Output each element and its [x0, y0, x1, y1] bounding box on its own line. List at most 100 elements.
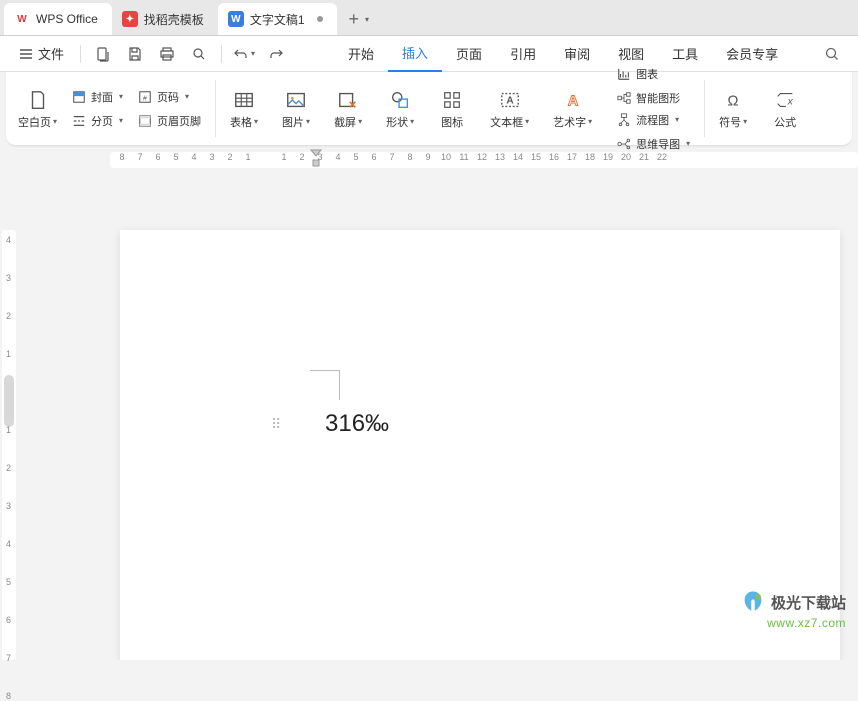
smart-art-icon — [616, 90, 632, 106]
header-footer-icon — [137, 113, 153, 129]
ruler-number: 1 — [281, 152, 286, 162]
tab-label: 文字文稿1 — [250, 11, 305, 28]
ruler-number: 15 — [531, 152, 541, 162]
ruler-number: 10 — [441, 152, 451, 162]
ruler-number: 14 — [513, 152, 523, 162]
menu-icon — [18, 46, 34, 62]
ruler-number: 7 — [6, 653, 11, 663]
ruler-number: 4 — [6, 235, 11, 245]
page-number-button[interactable]: # 页码▾ — [131, 86, 207, 108]
shapes-button[interactable]: 形状▾ — [380, 86, 420, 132]
ruler-number: 21 — [639, 152, 649, 162]
margin-corner-icon — [310, 370, 340, 400]
table-icon — [232, 88, 256, 112]
text-box-button[interactable]: A 文本框▾ — [484, 86, 535, 132]
ruler-number: 3 — [6, 273, 11, 283]
ruler-number: 2 — [227, 152, 232, 162]
tab-page[interactable]: 页面 — [442, 36, 496, 72]
tab-label: WPS Office — [36, 12, 98, 26]
document-text[interactable]: 316‰ — [325, 410, 389, 438]
svg-text:A: A — [506, 95, 514, 106]
svg-text:x: x — [787, 96, 794, 107]
new-button[interactable] — [89, 40, 117, 68]
ruler-number: 4 — [6, 539, 11, 549]
drag-handle-icon[interactable]: ⠿ — [271, 416, 282, 433]
svg-text:Ω: Ω — [728, 93, 739, 109]
screenshot-button[interactable]: 截屏▾ — [328, 86, 368, 132]
print-preview-button[interactable] — [185, 40, 213, 68]
tab-templates[interactable]: ✦ 找稻壳模板 — [112, 3, 218, 35]
smart-art-button[interactable]: 智能图形 — [610, 87, 696, 109]
ruler-number: 2 — [6, 463, 11, 473]
docer-logo-icon: ✦ — [122, 11, 138, 27]
tab-review[interactable]: 审阅 — [550, 36, 604, 72]
tab-member[interactable]: 会员专享 — [712, 36, 792, 72]
separator — [704, 80, 705, 137]
undo-button[interactable]: ▾ — [230, 40, 258, 68]
save-button[interactable] — [121, 40, 149, 68]
chart-button[interactable]: 图表 — [610, 63, 696, 85]
file-menu-button[interactable]: 文件 — [10, 40, 72, 67]
wps-logo-icon: W — [14, 11, 30, 27]
ruler-number: 17 — [567, 152, 577, 162]
symbol-icon: Ω — [721, 88, 745, 112]
word-art-button[interactable]: A 艺术字▾ — [547, 86, 598, 132]
redo-button[interactable] — [262, 40, 290, 68]
document-page[interactable]: ⠿ 316‰ — [120, 230, 840, 660]
page-break-icon — [71, 113, 87, 129]
flowchart-icon — [616, 112, 632, 128]
ruler-number: 12 — [477, 152, 487, 162]
icons-button[interactable]: 图标 — [432, 86, 472, 132]
tab-references[interactable]: 引用 — [496, 36, 550, 72]
watermark-logo-icon — [739, 588, 767, 616]
ruler-slider[interactable] — [4, 375, 14, 427]
ruler-number: 6 — [371, 152, 376, 162]
tab-add-button[interactable]: + ▾ — [337, 3, 382, 35]
ruler-number: 7 — [137, 152, 142, 162]
horizontal-ruler[interactable]: 8765432112345678910111213141516171819202… — [0, 150, 858, 170]
ruler-number: 1 — [6, 349, 11, 359]
tab-wps-office[interactable]: W WPS Office — [4, 3, 112, 35]
ruler-number: 11 — [459, 152, 468, 162]
chart-icon — [616, 66, 632, 82]
content-area: 432112345678 ⠿ 316‰ — [0, 170, 858, 660]
menu-tabs: 开始 插入 页面 引用 审阅 视图 工具 会员专享 — [334, 36, 792, 72]
tab-insert[interactable]: 插入 — [388, 36, 442, 72]
ruler-number: 1 — [6, 425, 11, 435]
picture-icon — [284, 88, 308, 112]
page-viewport[interactable]: ⠿ 316‰ — [20, 170, 858, 660]
tab-home[interactable]: 开始 — [334, 36, 388, 72]
ruler-track — [2, 230, 16, 660]
flowchart-button[interactable]: 流程图▾ — [610, 109, 696, 131]
vertical-ruler[interactable]: 432112345678 — [0, 170, 20, 660]
tab-document[interactable]: W 文字文稿1 — [218, 3, 337, 35]
search-button[interactable] — [816, 40, 848, 68]
ruler-number: 2 — [6, 311, 11, 321]
ruler-number: 3 — [6, 501, 11, 511]
ruler-number: 6 — [6, 615, 11, 625]
indent-marker-icon[interactable] — [310, 148, 322, 168]
print-button[interactable] — [153, 40, 181, 68]
separator — [215, 80, 216, 137]
cover-button[interactable]: 封面▾ — [65, 86, 129, 108]
picture-button[interactable]: 图片▾ — [276, 86, 316, 132]
blank-page-button[interactable]: 空白页▾ — [12, 76, 63, 141]
table-button[interactable]: 表格▾ — [224, 86, 264, 132]
symbol-button[interactable]: Ω 符号▾ — [713, 86, 753, 132]
formula-icon: x — [773, 88, 797, 112]
ruler-number: 2 — [299, 152, 304, 162]
blank-page-icon — [26, 88, 50, 112]
unsaved-dot-icon — [317, 16, 323, 22]
ruler-number: 8 — [119, 152, 124, 162]
watermark-title: 极光下载站 — [771, 592, 846, 613]
tab-bar: W WPS Office ✦ 找稻壳模板 W 文字文稿1 + ▾ — [0, 0, 858, 36]
page-break-button[interactable]: 分页▾ — [65, 110, 129, 132]
word-art-icon: A — [561, 88, 585, 112]
ruler-number: 4 — [335, 152, 340, 162]
separator — [221, 45, 222, 63]
header-footer-button[interactable]: 页眉页脚 — [131, 110, 207, 132]
ruler-number: 7 — [389, 152, 394, 162]
screenshot-icon — [336, 88, 360, 112]
formula-button[interactable]: x 公式 — [765, 86, 805, 132]
ruler-number: 8 — [6, 691, 11, 701]
